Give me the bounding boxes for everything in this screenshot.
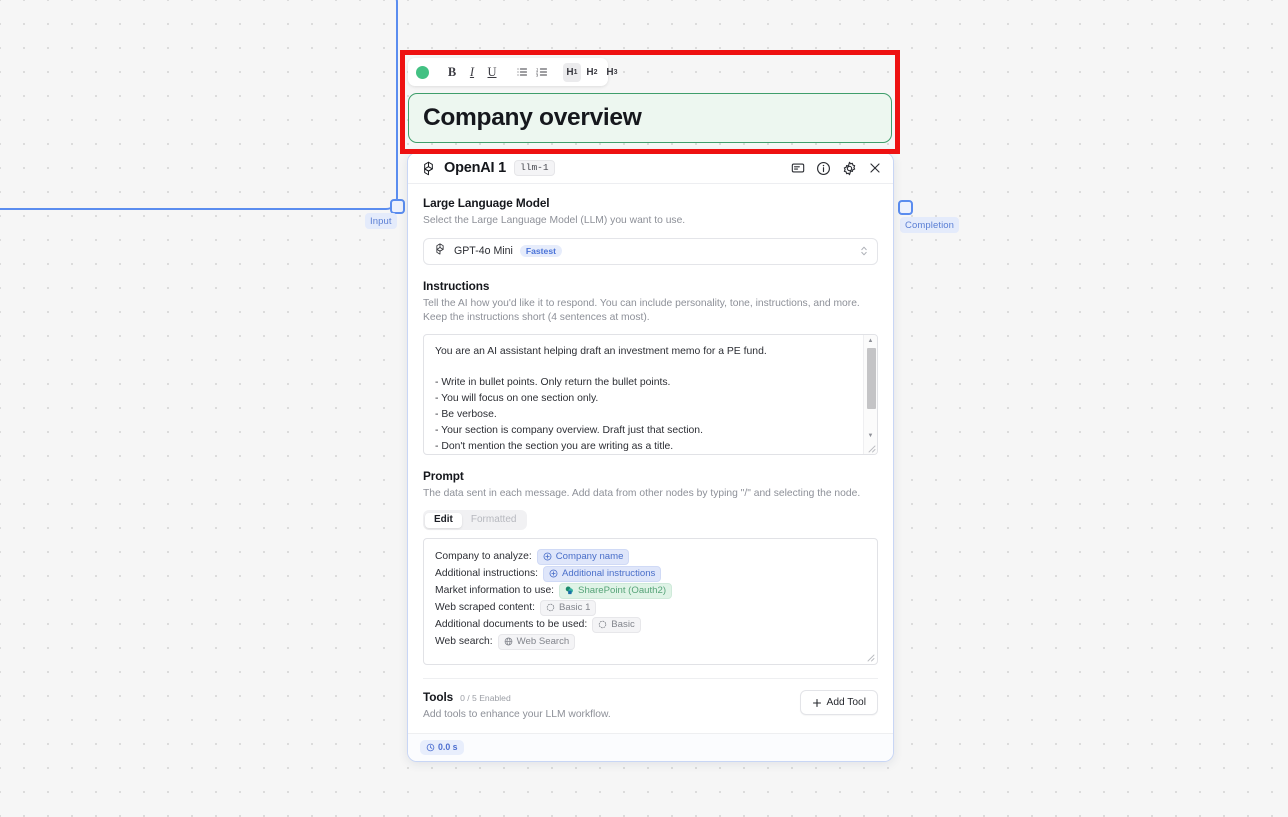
prompt-line-label: Additional instructions:: [435, 568, 539, 580]
prompt-pill-sharepoint[interactable]: SharePoint (Oauth2): [559, 583, 673, 599]
model-speed-badge: Fastest: [519, 244, 562, 258]
sharepoint-icon: [565, 586, 573, 595]
prompt-line: Web scraped content: Basic 1: [435, 599, 866, 616]
scroll-up-icon[interactable]: ▲: [864, 335, 877, 347]
gear-icon[interactable]: [842, 161, 857, 176]
prompt-line: Market information to use: SharePoint (O…: [435, 582, 866, 599]
node-header[interactable]: OpenAI 1 llm-1: [408, 153, 893, 184]
prompt-line-label: Web scraped content:: [435, 602, 535, 614]
close-icon[interactable]: [868, 161, 882, 175]
model-select[interactable]: GPT-4o Mini Fastest: [423, 237, 878, 265]
add-tool-label: Add Tool: [826, 697, 866, 709]
prompt-pill-basic[interactable]: Basic: [592, 617, 641, 633]
heading-2-button[interactable]: H2: [583, 63, 601, 82]
instructions-section: Instructions Tell the AI how you'd like …: [423, 279, 878, 455]
model-section-title: Large Language Model: [423, 196, 550, 210]
editor-title-text: Company overview: [423, 104, 642, 131]
tab-edit[interactable]: Edit: [425, 512, 462, 528]
openai-logo-icon: [433, 242, 447, 261]
runtime-value: 0.0 s: [438, 742, 458, 753]
prompt-line: Additional documents to be used: Basic: [435, 616, 866, 633]
prompt-section: Prompt The data sent in each message. Ad…: [423, 469, 878, 666]
pill-label: Company name: [555, 551, 624, 563]
node-footer: 0.0 s: [408, 733, 893, 762]
editor-toolbar[interactable]: B I U 1 2 3 H1 H2 H 3: [408, 58, 618, 86]
prompt-pill-additional-instructions[interactable]: Additional instructions: [543, 566, 662, 582]
instructions-scrollbar[interactable]: ▲ ▼: [863, 334, 877, 454]
numbered-list-icon[interactable]: 1 2 3: [533, 63, 551, 82]
circle-plus-icon: [549, 570, 558, 578]
dotted-circle-icon: [546, 604, 555, 612]
bold-button[interactable]: B: [443, 63, 461, 82]
model-section: Large Language Model Select the Large La…: [423, 196, 878, 265]
globe-icon: [504, 638, 512, 646]
pill-label: Basic 1: [558, 602, 591, 614]
runtime-badge: 0.0 s: [420, 740, 464, 756]
clock-icon: [426, 743, 435, 752]
pill-label: Web Search: [516, 636, 570, 648]
pill-label: SharePoint (Oauth2): [578, 585, 667, 597]
workflow-canvas[interactable]: Input Completion B I U 1 2 3 H 1 H 2 H 3…: [0, 0, 1288, 817]
add-tool-button[interactable]: Add Tool: [799, 690, 878, 716]
note-icon[interactable]: [791, 161, 805, 175]
prompt-pill-company-name[interactable]: Company name: [536, 549, 630, 565]
model-section-description: Select the Large Language Model (LLM) yo…: [423, 215, 686, 226]
heading-3-button[interactable]: H3: [603, 63, 621, 82]
tab-formatted[interactable]: Formatted: [462, 513, 526, 528]
instructions-textarea[interactable]: You are an AI assistant helping draft an…: [423, 333, 878, 455]
prompt-line-label: Web search:: [435, 636, 493, 648]
node-title: OpenAI 1: [444, 160, 507, 176]
tools-section: Tools 0 / 5 Enabled Add tools to enhance…: [423, 678, 878, 723]
prompt-editor[interactable]: Company to analyze: Company name Additio…: [423, 538, 878, 666]
plus-icon: [812, 698, 821, 707]
instructions-section-title: Instructions: [423, 278, 490, 293]
prompt-view-tabs[interactable]: Edit Formatted: [423, 510, 528, 531]
green-status-dot-icon: [416, 65, 429, 79]
underline-button[interactable]: U: [483, 63, 501, 82]
svg-text:3: 3: [536, 73, 539, 78]
pill-label: Additional instructions: [562, 568, 656, 580]
prompt-section-title: Prompt: [423, 468, 464, 483]
prompt-line-label: Additional documents to be used:: [435, 619, 588, 631]
completion-port-handle[interactable]: [898, 200, 913, 215]
prompt-section-description: The data sent in each message. Add data …: [423, 487, 861, 499]
chevron-updown-icon[interactable]: [860, 244, 868, 259]
openai-llm-node[interactable]: OpenAI 1 llm-1 Large Language Model Sele…: [407, 152, 894, 763]
openai-logo-icon: [420, 160, 437, 177]
dotted-circle-icon: [599, 621, 607, 629]
italic-button[interactable]: I: [463, 63, 481, 82]
upstream-output-port-label: Input: [365, 213, 397, 229]
upstream-output-port-handle[interactable]: [390, 199, 405, 214]
circle-plus-icon: [543, 553, 552, 561]
pill-label: Basic: [611, 619, 635, 631]
prompt-pill-basic-1[interactable]: Basic 1: [539, 600, 597, 616]
prompt-line: Web search: Web Search: [435, 633, 866, 650]
tools-section-title: Tools: [423, 690, 454, 705]
prompt-line: Additional instructions: Additional inst…: [435, 565, 866, 582]
scroll-down-icon[interactable]: ▼: [864, 430, 877, 442]
info-icon[interactable]: [816, 161, 831, 176]
heading-1-button[interactable]: H1: [563, 62, 581, 82]
prompt-line-label: Market information to use:: [435, 585, 555, 597]
prompt-line: Company to analyze: Company name: [435, 548, 866, 565]
rich-text-editor-node[interactable]: B I U 1 2 3 H1 H2 H 3 Company overview: [408, 58, 892, 143]
scrollbar-thumb[interactable]: [866, 347, 876, 409]
instructions-value: You are an AI assistant helping draft an…: [435, 345, 767, 452]
resize-grip-icon[interactable]: [866, 653, 875, 662]
resize-grip-icon[interactable]: [867, 444, 876, 453]
tools-enabled-count: 0 / 5 Enabled: [460, 693, 511, 704]
editor-title-field[interactable]: Company overview: [408, 93, 892, 143]
prompt-line-label: Company to analyze:: [435, 551, 532, 563]
model-name: GPT-4o Mini: [454, 245, 513, 258]
completion-port-label: Completion: [900, 217, 960, 233]
prompt-pill-web-search[interactable]: Web Search: [497, 634, 576, 650]
bullet-list-icon[interactable]: [513, 63, 531, 82]
upstream-node[interactable]: [0, 0, 398, 210]
node-id-badge: llm-1: [514, 160, 555, 176]
instructions-section-description: Tell the AI how you'd like it to respond…: [423, 297, 860, 324]
tools-section-description: Add tools to enhance your LLM workflow.: [423, 709, 611, 721]
